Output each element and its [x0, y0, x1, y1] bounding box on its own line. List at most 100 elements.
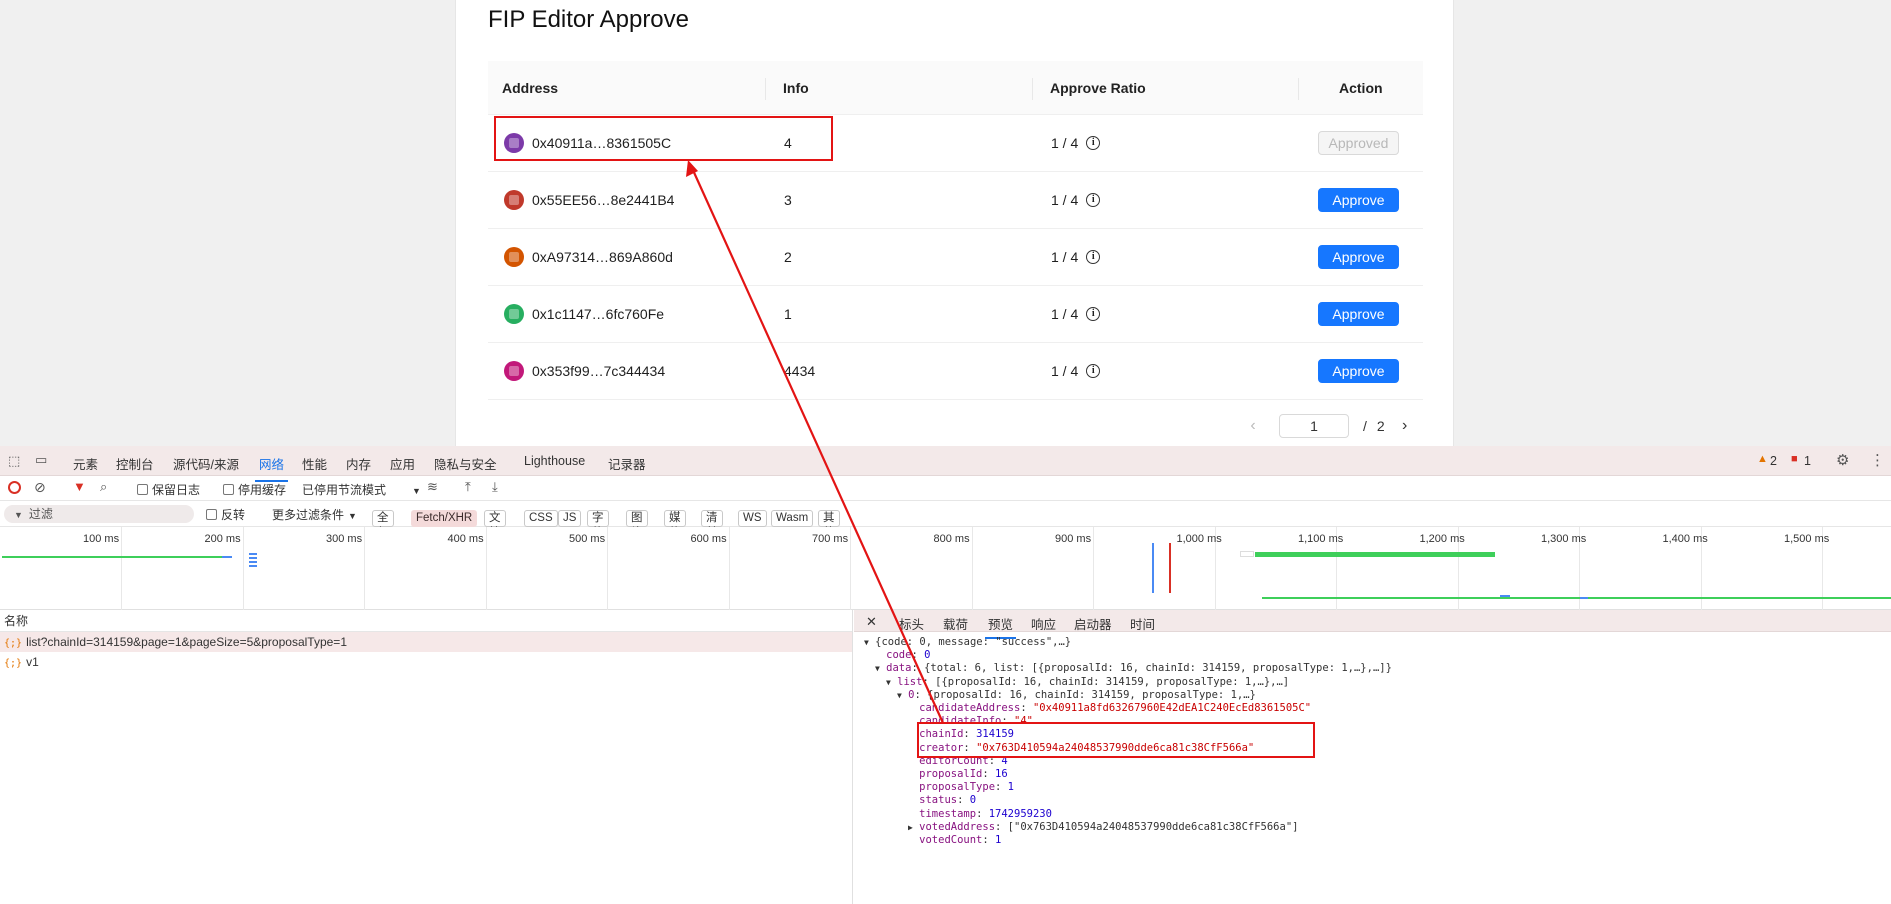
filter-chip[interactable]: 清单 — [701, 510, 723, 539]
filter-chip[interactable]: Fetch/XHR — [411, 510, 478, 527]
disable-cache-checkbox[interactable]: 停用缓存 — [223, 481, 286, 498]
avatar-icon — [504, 190, 524, 210]
export-har-icon[interactable]: ⤓ — [492, 479, 498, 495]
more-filters-dropdown[interactable]: 更多过滤条件 ▼ — [272, 506, 357, 523]
expanded-triangle-icon[interactable]: ▼ — [864, 638, 869, 647]
json-line[interactable]: ▶ candidateAddress: "0x40911a8fd63267960… — [908, 702, 1311, 715]
json-line[interactable]: ▶ votedCount: 1 — [908, 834, 1001, 847]
invert-checkbox[interactable]: 反转 — [206, 506, 245, 523]
address-text[interactable]: 0x353f99…7c344434 — [532, 363, 665, 379]
address-text[interactable]: 0xA97314…869A860d — [532, 249, 673, 265]
address-text[interactable]: 0x1c1147…6fc760Fe — [532, 306, 664, 322]
timeline-label: 900 ms — [1055, 533, 1092, 545]
filter-input[interactable]: ▼ 过滤 — [4, 505, 194, 523]
next-page-icon[interactable]: › — [1393, 417, 1417, 435]
devtools-tab[interactable]: 网络 — [254, 454, 289, 482]
address-text[interactable]: 0x55EE56…8e2441B4 — [532, 192, 674, 208]
collapsed-triangle-icon[interactable]: ▶ — [908, 823, 913, 832]
devtools-tab[interactable]: 源代码/来源 — [173, 454, 239, 473]
json-key: status — [919, 794, 958, 807]
close-icon[interactable]: ✕ — [866, 614, 877, 630]
request-row[interactable]: {;} v1 — [0, 652, 852, 672]
filter-chip[interactable]: 字体 — [587, 510, 609, 539]
filter-chip[interactable]: JS — [558, 510, 582, 527]
more-options-icon[interactable]: ⋮ — [1870, 451, 1885, 469]
json-line[interactable]: ▶ proposalId: 16 — [908, 768, 1008, 781]
json-line[interactable]: ▶ votedAddress: ["0x763D410594a240485379… — [908, 821, 1298, 834]
json-line[interactable]: ▼ {code: 0, message: "success",…} — [864, 636, 1071, 649]
column-header-address: Address — [502, 80, 559, 96]
expanded-triangle-icon[interactable]: ▼ — [886, 678, 891, 687]
info-circle-icon[interactable]: i — [1086, 364, 1101, 378]
warning-count[interactable]: 2 — [1770, 454, 1777, 468]
disable-cache-label: 停用缓存 — [238, 483, 287, 497]
filter-icon[interactable]: ▼ — [73, 479, 86, 494]
filter-chip[interactable]: 图片 — [626, 510, 648, 539]
detail-tab[interactable]: 标头 — [899, 614, 924, 633]
throttle-select[interactable]: 已停用节流模式 ▼ — [302, 481, 421, 498]
import-har-icon[interactable]: ⤒ — [465, 479, 471, 495]
expanded-triangle-icon[interactable]: ▼ — [897, 691, 902, 700]
filter-chip[interactable]: Wasm — [771, 510, 814, 527]
expanded-triangle-icon[interactable]: ▼ — [875, 664, 880, 673]
devtools-tab[interactable]: 控制台 — [116, 454, 154, 473]
prev-page-icon[interactable]: ‹ — [1241, 417, 1265, 435]
json-line[interactable]: ▶ timestamp: 1742959230 — [908, 808, 1052, 821]
clear-icon[interactable]: ⊘ — [34, 479, 46, 496]
filter-chip[interactable]: 文档 — [484, 510, 506, 539]
request-row[interactable]: {;} list?chainId=314159&page=1&pageSize=5… — [0, 632, 852, 652]
device-toolbar-icon[interactable]: ▭ — [35, 452, 47, 468]
json-line[interactable]: ▼ data: {total: 6, list: [{proposalId: 1… — [875, 662, 1392, 675]
approve-button[interactable]: Approve — [1318, 359, 1399, 383]
detail-tab[interactable]: 响应 — [1031, 614, 1056, 633]
search-icon[interactable]: ⌕ — [100, 479, 107, 495]
devtools-tab[interactable]: 性能 — [302, 454, 327, 473]
devtools-tab[interactable]: 记录器 — [608, 454, 646, 473]
request-list-header[interactable]: 名称 — [0, 610, 852, 632]
filter-chip[interactable]: 媒体 — [664, 510, 686, 539]
info-circle-icon[interactable]: i — [1086, 307, 1101, 321]
column-header-approve-ratio: Approve Ratio — [1050, 80, 1146, 96]
network-conditions-icon[interactable]: ≋ — [427, 479, 438, 495]
json-line[interactable]: ▼ 0: {proposalId: 16, chainId: 314159, p… — [897, 689, 1256, 702]
warning-icon[interactable]: ▲ — [1757, 453, 1768, 465]
record-stop-icon[interactable] — [8, 481, 21, 494]
filter-chip[interactable]: 其他 — [818, 510, 840, 539]
preserve-log-checkbox[interactable]: 保留日志 — [137, 481, 200, 498]
inspect-element-icon[interactable]: ⬚ — [8, 453, 20, 469]
timeline-gridline — [364, 527, 365, 610]
approve-ratio-cell: 1 / 4 i — [1051, 135, 1101, 151]
info-circle-icon[interactable]: i — [1086, 250, 1101, 264]
devtools-tab[interactable]: Lighthouse — [524, 454, 585, 468]
filter-chip[interactable]: WS — [738, 510, 767, 527]
json-line[interactable]: ▶ code: 0 — [875, 649, 930, 662]
json-line[interactable]: ▶ proposalType: 1 — [908, 781, 1014, 794]
table-header: Address Info Approve Ratio Action — [488, 61, 1423, 115]
detail-tab[interactable]: 预览 — [984, 614, 1017, 639]
info-circle-icon[interactable]: i — [1086, 193, 1101, 207]
error-icon[interactable]: ■ — [1791, 453, 1798, 465]
approve-ratio-cell: 1 / 4 i — [1051, 249, 1101, 265]
info-circle-icon[interactable]: i — [1086, 136, 1101, 150]
xhr-icon: {;} — [4, 658, 23, 669]
detail-tab[interactable]: 时间 — [1130, 614, 1155, 633]
devtools-tab[interactable]: 隐私与安全 — [434, 454, 497, 473]
approve-button[interactable]: Approve — [1318, 302, 1399, 326]
timeline-label: 1,500 ms — [1784, 533, 1830, 545]
devtools-tab[interactable]: 应用 — [390, 454, 415, 473]
page-number-input[interactable]: 1 — [1279, 414, 1349, 438]
approve-button[interactable]: Approve — [1318, 245, 1399, 269]
settings-gear-icon[interactable]: ⚙ — [1836, 451, 1849, 469]
filter-chip[interactable]: CSS — [524, 510, 558, 527]
error-count[interactable]: 1 — [1804, 454, 1811, 468]
json-line[interactable]: ▼ list: [{proposalId: 16, chainId: 31415… — [886, 676, 1289, 689]
approve-table: Address Info Approve Ratio Action 0x4091… — [488, 61, 1423, 400]
devtools-tab[interactable]: 元素 — [73, 454, 98, 473]
detail-tab[interactable]: 载荷 — [943, 614, 968, 633]
devtools-tab[interactable]: 内存 — [346, 454, 371, 473]
total-pages: 2 — [1376, 418, 1385, 434]
detail-tab[interactable]: 启动器 — [1074, 614, 1112, 633]
json-line[interactable]: ▶ status: 0 — [908, 794, 976, 807]
filter-chip[interactable]: 全部 — [372, 510, 394, 539]
approve-button[interactable]: Approve — [1318, 188, 1399, 212]
